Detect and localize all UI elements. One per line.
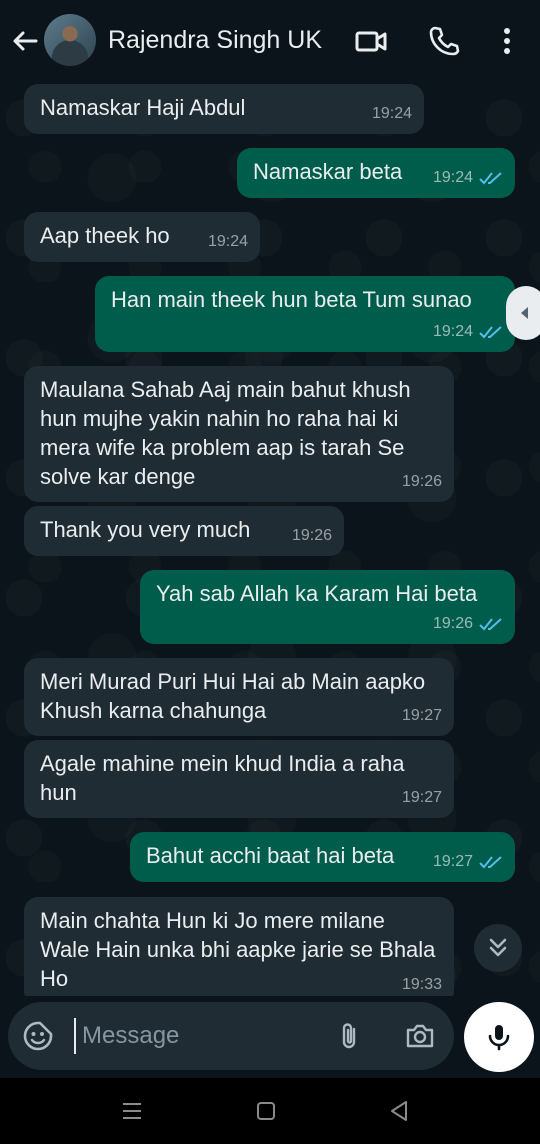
message-bubble-outgoing[interactable]: Yah sab Allah ka Karam Hai beta 19:26 xyxy=(140,570,515,644)
message-composer xyxy=(8,1002,454,1070)
double-chevron-down-icon xyxy=(489,938,507,957)
message-time: 19:27 xyxy=(432,853,473,870)
video-call-icon[interactable] xyxy=(354,24,388,58)
message-text: Thank you very much xyxy=(40,517,251,542)
message-text: Namaskar Haji Abdul xyxy=(40,95,246,120)
chat-header: Rajendra Singh UK xyxy=(0,0,540,82)
system-nav-bar xyxy=(0,1078,540,1144)
message-text: Maulana Sahab Aaj main bahut khush hun m… xyxy=(40,377,411,489)
message-time: 19:27 xyxy=(401,707,442,724)
message-bubble-incoming[interactable]: Agale mahine mein khud India a raha hun … xyxy=(24,740,454,818)
message-bubble-incoming[interactable]: Meri Murad Puri Hui Hai ab Main aapko Kh… xyxy=(24,658,454,736)
camera-icon[interactable] xyxy=(404,1020,436,1052)
message-time: 19:24 xyxy=(207,233,248,250)
recent-apps-icon[interactable] xyxy=(119,1098,145,1124)
message-bubble-incoming[interactable]: Thank you very much 19:26 xyxy=(24,506,344,556)
message-time: 19:27 xyxy=(401,789,442,806)
phone-icon[interactable] xyxy=(427,24,461,58)
message-time: 19:24 xyxy=(371,105,412,122)
message-text: Yah sab Allah ka Karam Hai beta xyxy=(156,581,478,606)
chat-area[interactable]: Namaskar Haji Abdul 19:24 Namaskar beta … xyxy=(0,82,540,996)
message-bubble-incoming[interactable]: Main chahta Hun ki Jo mere milane Wale H… xyxy=(24,897,454,996)
message-bubble-incoming[interactable]: Maulana Sahab Aaj main bahut khush hun m… xyxy=(24,366,454,502)
sticker-icon[interactable] xyxy=(22,1020,54,1052)
message-time: 19:26 xyxy=(401,473,442,490)
message-time: 19:33 xyxy=(401,976,442,993)
message-bubble-incoming[interactable]: Aap theek ho 19:24 xyxy=(24,212,260,262)
message-input[interactable] xyxy=(74,1018,312,1054)
side-panel-toggle[interactable] xyxy=(506,286,540,340)
message-text: Main chahta Hun ki Jo mere milane Wale H… xyxy=(40,908,436,991)
message-time: 19:24 xyxy=(432,169,473,186)
home-icon[interactable] xyxy=(253,1098,279,1124)
message-time: 19:26 xyxy=(291,527,332,544)
more-options-icon[interactable] xyxy=(490,24,524,58)
back-nav-icon[interactable] xyxy=(386,1098,412,1124)
attach-icon[interactable] xyxy=(333,1020,365,1052)
message-time: 19:24 xyxy=(432,323,473,340)
mic-icon xyxy=(488,1025,510,1051)
message-bubble-incoming[interactable]: Namaskar Haji Abdul 19:24 xyxy=(24,84,424,134)
read-ticks-icon xyxy=(479,855,502,868)
message-time: 19:26 xyxy=(432,615,473,632)
message-text: Han main theek hun beta Tum sunao xyxy=(111,287,472,312)
back-arrow-icon[interactable] xyxy=(8,24,42,58)
mic-button[interactable] xyxy=(464,1002,534,1072)
message-bubble-outgoing[interactable]: Han main theek hun beta Tum sunao 19:24 xyxy=(95,276,515,352)
message-text: Agale mahine mein khud India a raha hun xyxy=(40,751,405,805)
contact-name[interactable]: Rajendra Singh UK xyxy=(108,26,322,55)
message-bubble-outgoing[interactable]: Namaskar beta 19:24 xyxy=(237,148,515,198)
chevron-left-icon xyxy=(521,307,528,319)
read-ticks-icon xyxy=(479,325,502,338)
read-ticks-icon xyxy=(479,617,502,630)
message-text: Meri Murad Puri Hui Hai ab Main aapko Kh… xyxy=(40,669,426,723)
message-bubble-outgoing[interactable]: Bahut acchi baat hai beta 19:27 xyxy=(130,832,515,882)
avatar[interactable] xyxy=(44,14,96,66)
scroll-to-bottom-button[interactable] xyxy=(474,924,522,972)
read-ticks-icon xyxy=(479,171,502,184)
